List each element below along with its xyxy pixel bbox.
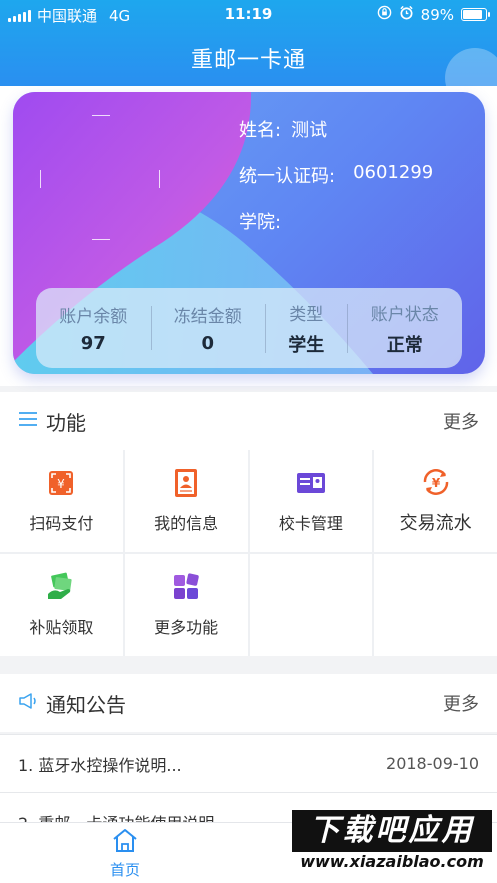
account-stats: 账户余额 97 冻结金额 0 类型 学生 账户状态 正常 bbox=[36, 288, 462, 368]
college-row: 学院: bbox=[239, 208, 291, 234]
battery-percent: 89% bbox=[420, 5, 454, 24]
subsidy-icon bbox=[46, 572, 76, 602]
my-info-button[interactable]: 我的信息 bbox=[124, 450, 248, 552]
megaphone-icon bbox=[18, 692, 38, 714]
notice-item[interactable]: 1. 蓝牙水控操作说明... 2018-09-10 bbox=[0, 734, 497, 792]
photo-placeholder bbox=[40, 115, 160, 240]
function-grid: ¥ 扫码支付 我的信息 校卡管理 ¥ 交易流水 补贴领取 更多功能 bbox=[0, 450, 497, 656]
stat-label: 冻结金额 bbox=[173, 307, 242, 327]
svg-text:¥: ¥ bbox=[58, 477, 66, 491]
status-bar: 中国联通 4G 11:19 89% bbox=[0, 0, 497, 28]
function-label: 补贴领取 bbox=[29, 618, 94, 637]
card-manage-button[interactable]: 校卡管理 bbox=[249, 450, 373, 552]
scan-pay-button[interactable]: ¥ 扫码支付 bbox=[0, 450, 123, 552]
watermark-brand: 下载吧应用 bbox=[292, 810, 492, 852]
notices-header: 通知公告 更多 bbox=[0, 674, 497, 732]
my-info-icon bbox=[171, 468, 201, 498]
notice-title: 1. 蓝牙水控操作说明... bbox=[18, 755, 182, 775]
card-manage-icon bbox=[296, 468, 326, 498]
notices-more-link[interactable]: 更多 bbox=[443, 690, 479, 716]
tab-home-label: 首页 bbox=[109, 861, 140, 879]
page-title: 重邮一卡通 bbox=[190, 48, 306, 73]
stat-status[interactable]: 账户状态 正常 bbox=[347, 300, 462, 357]
grid-empty-cell bbox=[249, 554, 373, 656]
function-label: 更多功能 bbox=[154, 618, 219, 637]
alarm-icon bbox=[399, 5, 414, 24]
stat-value: 正常 bbox=[386, 334, 423, 356]
stat-label: 类型 bbox=[289, 304, 324, 325]
stat-balance[interactable]: 账户余额 97 bbox=[36, 302, 151, 354]
name-row: 姓名: 测试 bbox=[239, 116, 327, 142]
stat-frozen[interactable]: 冻结金额 0 bbox=[150, 302, 266, 354]
notice-date: 2018-09-10 bbox=[386, 754, 479, 773]
function-label: 我的信息 bbox=[154, 514, 219, 533]
functions-header: 功能 更多 bbox=[0, 392, 497, 450]
function-label: 扫码支付 bbox=[29, 514, 94, 533]
name-label: 姓名: bbox=[239, 120, 282, 141]
home-icon bbox=[111, 829, 139, 857]
battery-icon bbox=[461, 8, 490, 21]
id-label: 统一认证码: bbox=[239, 166, 336, 187]
more-functions-icon bbox=[171, 572, 201, 602]
stat-label: 账户状态 bbox=[370, 304, 439, 325]
more-functions-button[interactable]: 更多功能 bbox=[124, 554, 248, 656]
grid-empty-cell bbox=[374, 554, 497, 656]
svg-text:¥: ¥ bbox=[431, 476, 440, 490]
name-value: 测试 bbox=[291, 120, 328, 141]
stat-value: 97 bbox=[80, 333, 106, 354]
stat-value: 学生 bbox=[288, 334, 325, 356]
rotation-lock-icon bbox=[377, 5, 392, 24]
tab-home[interactable]: 首页 bbox=[100, 827, 150, 880]
id-value: 0601299 bbox=[353, 162, 434, 183]
transaction-button[interactable]: ¥ 交易流水 bbox=[374, 450, 497, 552]
id-row: 统一认证码: 0601299 bbox=[239, 162, 433, 188]
menu-icon bbox=[18, 411, 38, 431]
stat-value: 0 bbox=[201, 333, 215, 354]
notices-title: 通知公告 bbox=[46, 692, 126, 717]
transaction-icon: ¥ bbox=[421, 467, 451, 497]
watermark-logo: 下载吧应用 www.xiazaiblao.com bbox=[292, 810, 492, 878]
function-label: 校卡管理 bbox=[278, 514, 343, 533]
functions-title: 功能 bbox=[46, 410, 86, 435]
app-header: 中国联通 4G 11:19 89% 重邮一卡通 bbox=[0, 0, 497, 86]
functions-more-link[interactable]: 更多 bbox=[443, 408, 479, 434]
stat-type[interactable]: 类型 学生 bbox=[265, 300, 347, 357]
subsidy-button[interactable]: 补贴领取 bbox=[0, 554, 123, 656]
function-label: 交易流水 bbox=[399, 513, 472, 534]
college-label: 学院: bbox=[239, 212, 282, 233]
scan-pay-icon: ¥ bbox=[46, 468, 76, 498]
stat-label: 账户余额 bbox=[59, 307, 128, 327]
watermark-url: www.xiazaiblao.com bbox=[300, 852, 484, 871]
